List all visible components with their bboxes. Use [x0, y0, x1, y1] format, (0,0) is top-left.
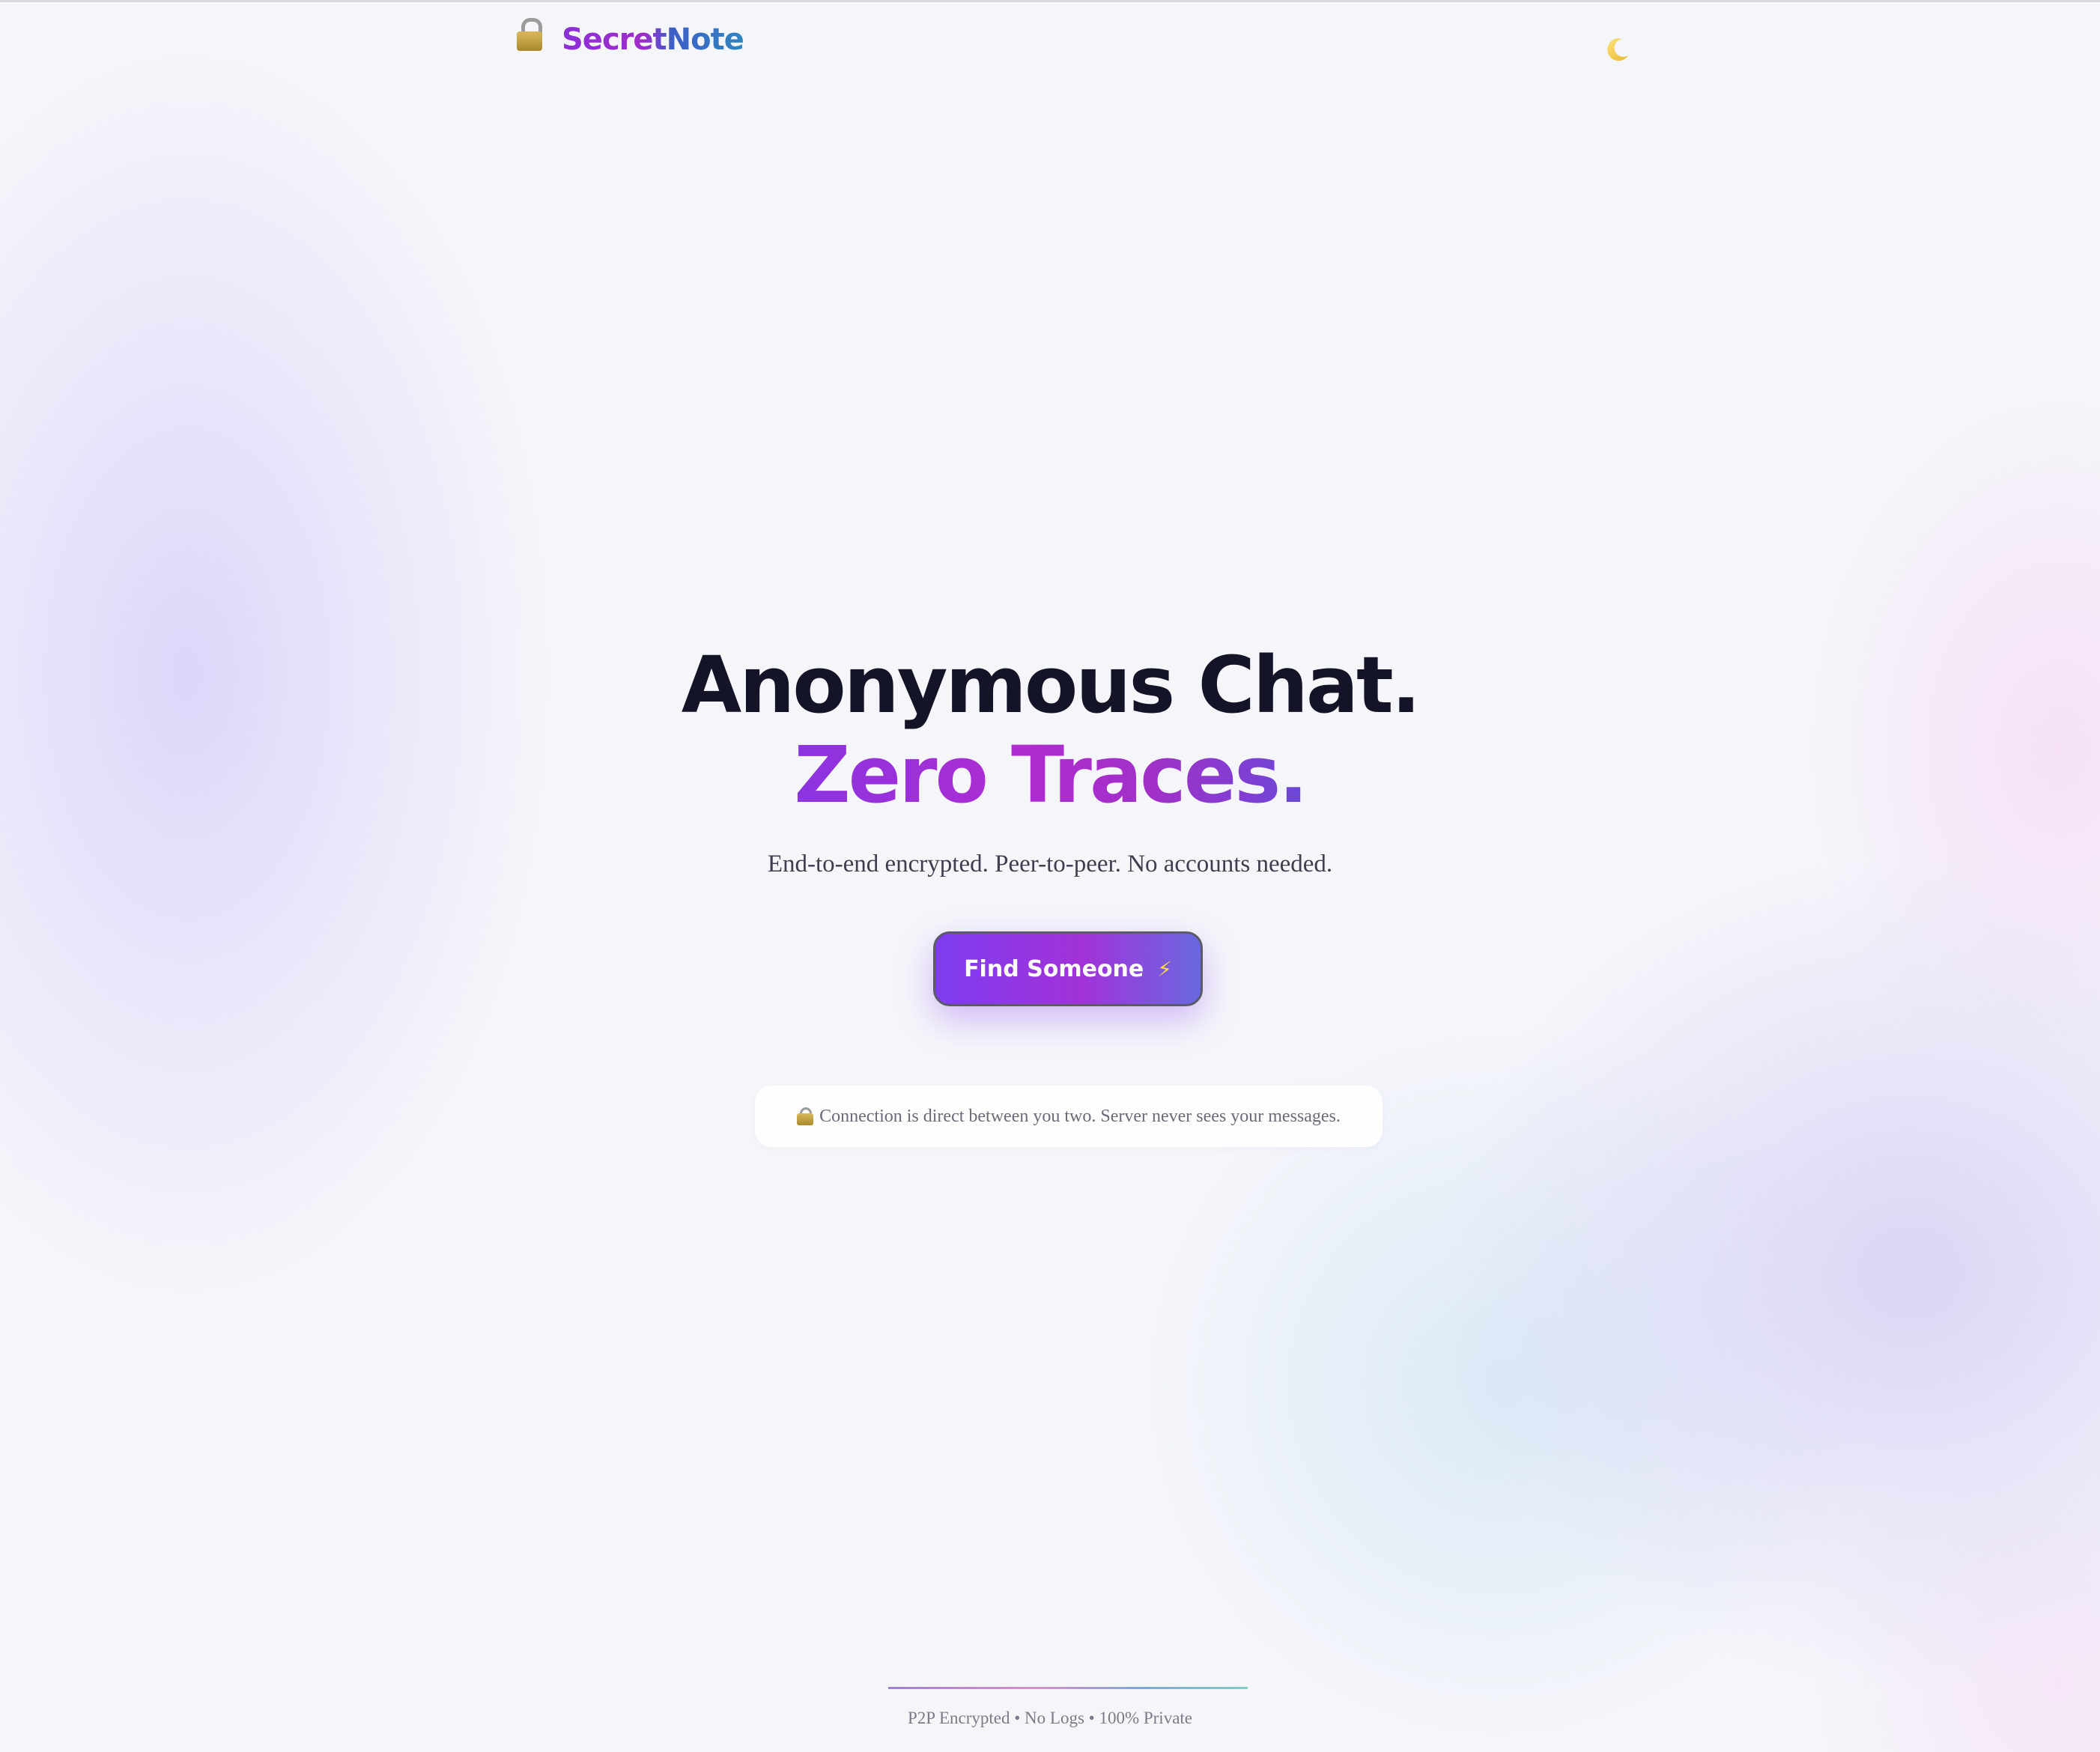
brand-name: SecretNote — [562, 22, 744, 57]
moon-icon — [1607, 38, 1628, 61]
find-someone-label: Find Someone — [964, 955, 1144, 982]
lightning-icon: ⚡ — [1157, 956, 1172, 982]
privacy-notice: Connection is direct between you two. Se… — [755, 1086, 1383, 1147]
theme-toggle-button[interactable] — [1603, 34, 1633, 64]
hero-title-line1: Anonymous Chat. — [681, 639, 1421, 731]
site-header: SecretNote — [517, 15, 1633, 90]
footer-text: P2P Encrypted • No Logs • 100% Private — [907, 1709, 1193, 1727]
hero-title-accent: Zero Traces. — [794, 729, 1308, 821]
privacy-notice-text: Connection is direct between you two. Se… — [819, 1106, 1341, 1126]
hero-title-line2: Zero Traces. — [0, 730, 2100, 820]
logo[interactable]: SecretNote — [517, 18, 744, 57]
footer-divider — [888, 1687, 1248, 1689]
lock-with-key-icon — [797, 1107, 814, 1125]
hero-subtitle: End-to-end encrypted. Peer-to-peer. No a… — [767, 851, 1333, 877]
lock-icon — [517, 18, 542, 51]
find-someone-button[interactable]: Find Someone ⚡ — [933, 931, 1203, 1006]
top-border — [0, 0, 2100, 2]
